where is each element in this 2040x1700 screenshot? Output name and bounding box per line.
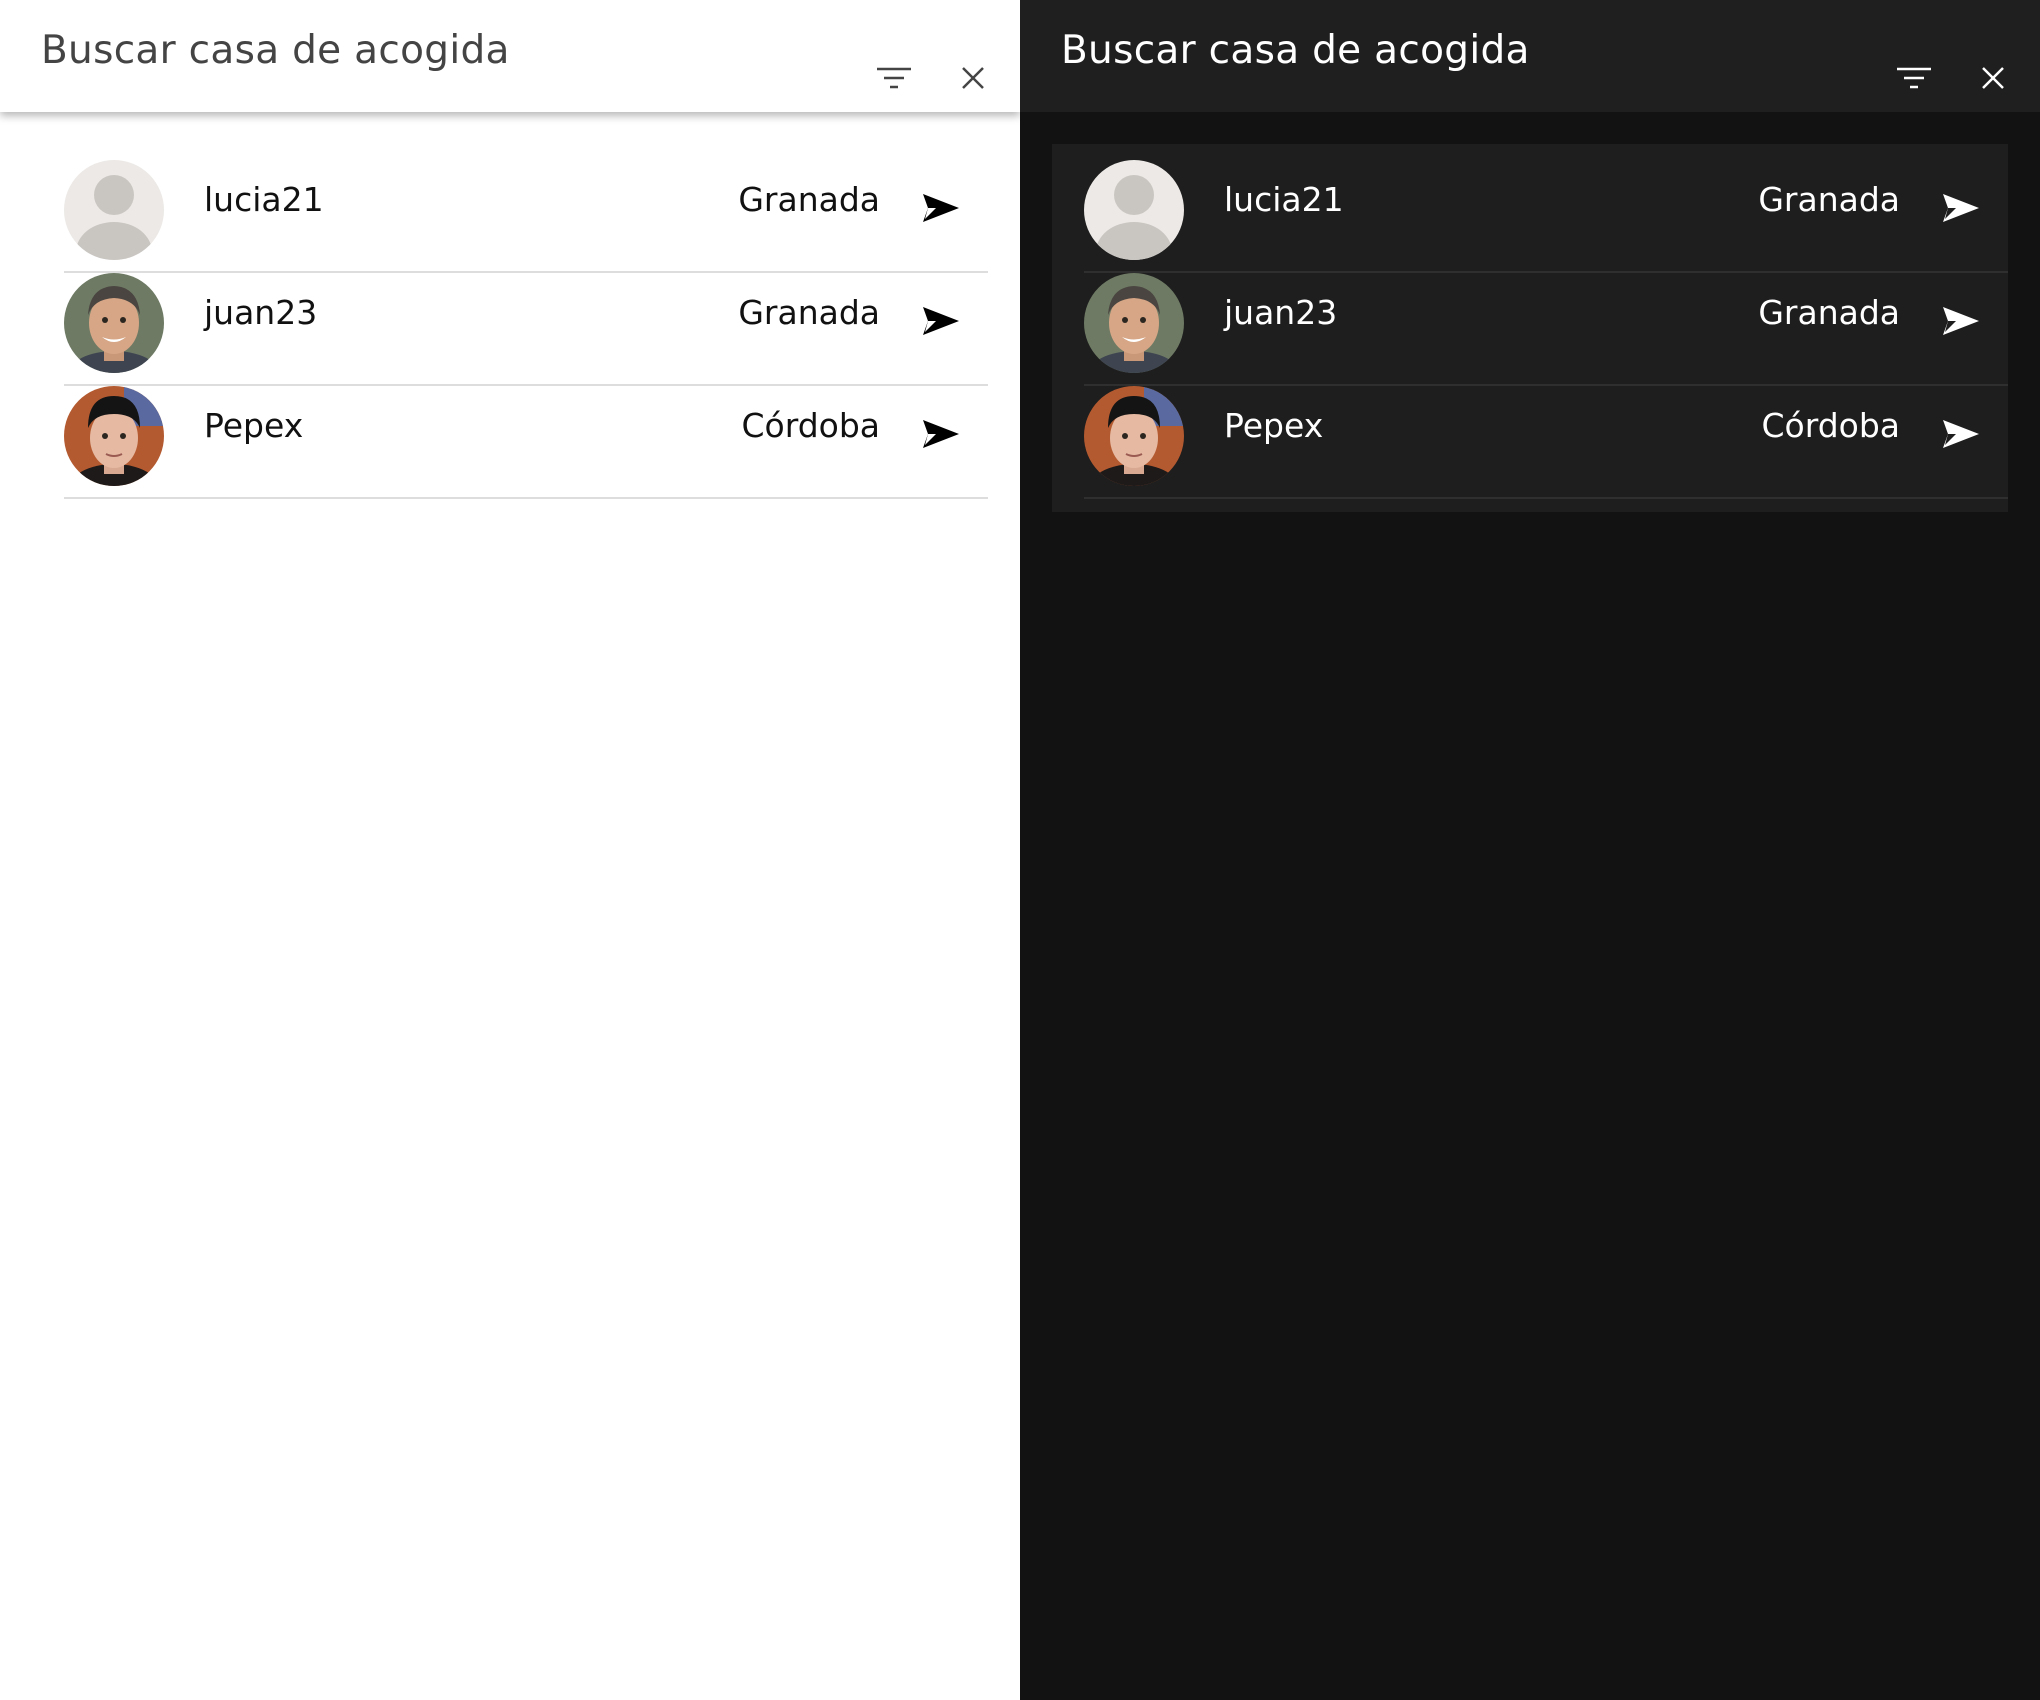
- avatar: [1084, 160, 1184, 260]
- filter-icon: [877, 67, 911, 89]
- close-button[interactable]: [1973, 58, 2013, 98]
- filter-button[interactable]: [1894, 58, 1934, 98]
- username: lucia21: [204, 180, 324, 219]
- avatar: [64, 273, 164, 373]
- city: Córdoba: [741, 406, 880, 445]
- list-item[interactable]: juan23 Granada: [1084, 273, 2008, 386]
- header: Buscar casa de acogida: [1020, 0, 2040, 112]
- list-item[interactable]: lucia21 Granada: [1084, 160, 2008, 273]
- screen: Buscar casa de acogida lucia21 Granada j…: [0, 0, 2040, 1700]
- send-arrow-icon[interactable]: [1942, 418, 1980, 450]
- send-arrow-icon[interactable]: [922, 305, 960, 337]
- city: Granada: [1758, 180, 1900, 219]
- close-icon: [962, 67, 984, 89]
- list-item[interactable]: Pepex Córdoba: [1084, 386, 2008, 499]
- results-card: lucia21 Granada juan23 Granada Pepex Cór…: [32, 144, 988, 512]
- send-arrow-icon[interactable]: [922, 418, 960, 450]
- username: Pepex: [204, 406, 304, 445]
- city: Granada: [1758, 293, 1900, 332]
- send-arrow-icon[interactable]: [1942, 305, 1980, 337]
- avatar: [1084, 273, 1184, 373]
- page-title: Buscar casa de acogida: [41, 28, 510, 73]
- username: juan23: [204, 293, 318, 332]
- dark-theme-panel: Buscar casa de acogida lucia21 Granada j…: [1020, 0, 2040, 1700]
- results-card: lucia21 Granada juan23 Granada Pepex Cór…: [1052, 144, 2008, 512]
- avatar: [64, 386, 164, 486]
- filter-button[interactable]: [874, 58, 914, 98]
- username: Pepex: [1224, 406, 1324, 445]
- username: juan23: [1224, 293, 1338, 332]
- page-title: Buscar casa de acogida: [1061, 28, 1530, 73]
- send-arrow-icon[interactable]: [922, 192, 960, 224]
- results-list: lucia21 Granada juan23 Granada Pepex Cór…: [1084, 160, 2008, 499]
- send-arrow-icon[interactable]: [1942, 192, 1980, 224]
- avatar: [64, 160, 164, 260]
- username: lucia21: [1224, 180, 1344, 219]
- city: Granada: [738, 180, 880, 219]
- city: Granada: [738, 293, 880, 332]
- close-icon: [1982, 67, 2004, 89]
- light-theme-panel: Buscar casa de acogida lucia21 Granada j…: [0, 0, 1020, 1700]
- list-item[interactable]: juan23 Granada: [64, 273, 988, 386]
- filter-icon: [1897, 67, 1931, 89]
- avatar: [1084, 386, 1184, 486]
- list-item[interactable]: Pepex Córdoba: [64, 386, 988, 499]
- close-button[interactable]: [953, 58, 993, 98]
- results-list: lucia21 Granada juan23 Granada Pepex Cór…: [64, 160, 988, 499]
- list-item[interactable]: lucia21 Granada: [64, 160, 988, 273]
- header: Buscar casa de acogida: [0, 0, 1020, 112]
- city: Córdoba: [1761, 406, 1900, 445]
